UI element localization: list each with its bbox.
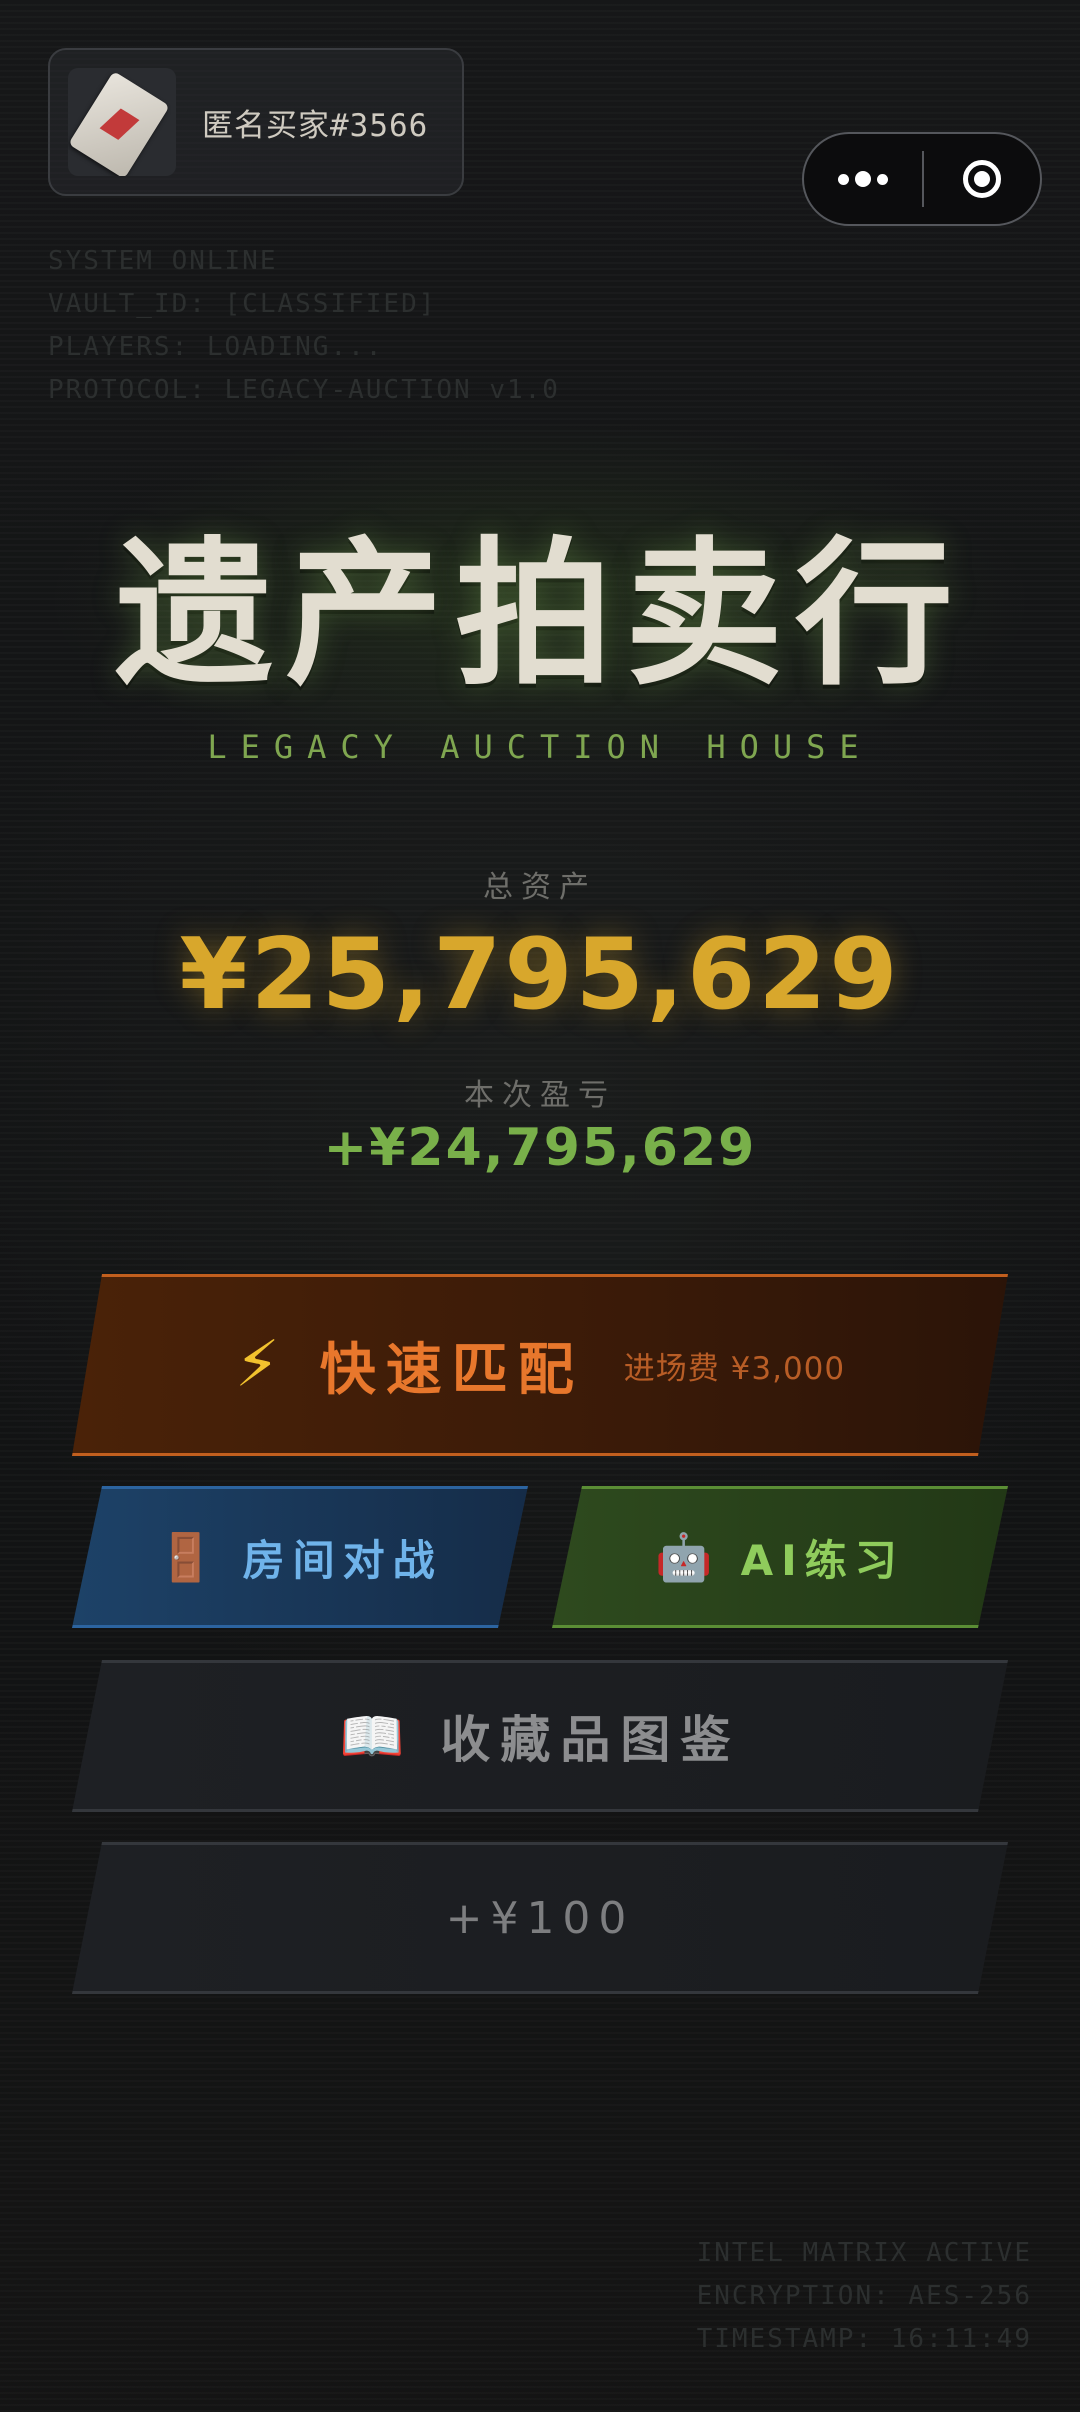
target-icon[interactable] [924, 134, 1040, 224]
intel-line: TIMESTAMP: 16:11:49 [696, 2324, 1032, 2354]
intel-status-text: INTEL MATRIX ACTIVE ENCRYPTION: AES-256 … [697, 2232, 1032, 2361]
collection-catalog-label: 收藏品图鉴 [440, 1711, 741, 1769]
room-battle-button[interactable]: 🚪 房间对战 [72, 1486, 528, 1628]
lightning-icon: ⚡ [234, 1328, 280, 1402]
mini-program-capsule [802, 132, 1042, 226]
total-assets-label: 总资产 [483, 870, 597, 905]
system-line: PROTOCOL: LEGACY-AUCTION v1.0 [48, 375, 560, 405]
robot-icon: 🤖 [655, 1529, 713, 1584]
page-subtitle: LEGACY AUCTION HOUSE [207, 728, 873, 766]
room-battle-label: 房间对战 [242, 1535, 443, 1585]
ai-practice-button[interactable]: 🤖 AI练习 [552, 1486, 1008, 1628]
page-title: 遗产拍卖行 [115, 523, 965, 707]
open-book-icon: 📖 [339, 1706, 405, 1767]
system-status-text: SYSTEM ONLINE VAULT_ID: [CLASSIFIED] PLA… [48, 240, 560, 412]
bonus-button[interactable]: +¥100 [72, 1842, 1008, 1994]
system-line: VAULT_ID: [CLASSIFIED] [48, 289, 437, 319]
system-line: PLAYERS: LOADING... [48, 332, 384, 362]
total-assets-value: ¥25,795,629 [179, 918, 901, 1032]
entry-fee-label: 进场费 ¥3,000 [623, 1350, 846, 1387]
quick-match-button[interactable]: ⚡ 快速匹配 进场费 ¥3,000 [72, 1274, 1008, 1456]
profit-loss-value: +¥24,795,629 [323, 1118, 757, 1178]
quick-match-label: 快速匹配 [319, 1337, 584, 1403]
collection-catalog-button[interactable]: 📖 收藏品图鉴 [72, 1660, 1008, 1812]
system-line: SYSTEM ONLINE [48, 246, 278, 276]
profit-loss-label: 本次盈亏 [464, 1078, 616, 1113]
intel-line: ENCRYPTION: AES-256 [696, 2281, 1032, 2311]
intel-line: INTEL MATRIX ACTIVE [696, 2238, 1032, 2268]
ai-practice-label: AI练习 [740, 1535, 905, 1585]
more-dots-icon[interactable] [804, 134, 922, 224]
bonus-label: +¥100 [445, 1892, 635, 1944]
player-name: 匿名买家#3566 [202, 107, 429, 144]
playing-card-icon [68, 68, 176, 176]
player-card[interactable]: 匿名买家#3566 [48, 48, 464, 196]
door-icon: 🚪 [157, 1529, 215, 1584]
